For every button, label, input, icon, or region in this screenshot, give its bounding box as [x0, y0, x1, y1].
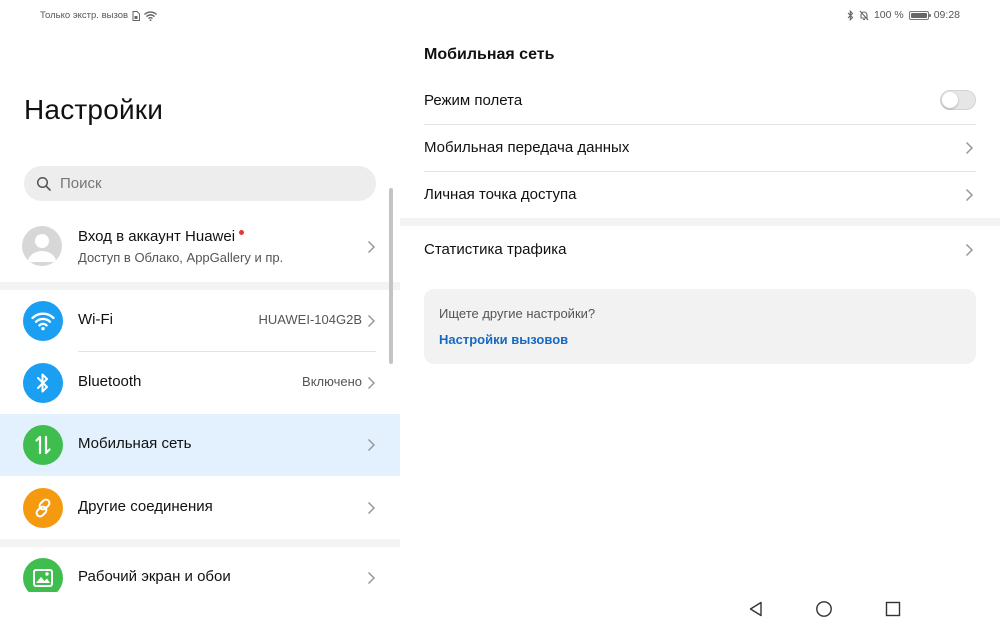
chevron-right-icon [965, 243, 974, 257]
notification-dot [239, 230, 245, 235]
mobile-data-icon [23, 425, 63, 465]
account-title: Вход в аккаунт Huawei [78, 228, 245, 245]
chevron-right-icon [965, 188, 974, 202]
status-bar-left: Только экстр. вызов [40, 10, 158, 21]
battery-icon [908, 10, 931, 20]
sim-icon [132, 10, 141, 21]
row-label: Режим полета [424, 92, 523, 109]
recents-square-icon [885, 601, 901, 617]
suggestion-card: Ищете другие настройки? Настройки вызово… [424, 289, 976, 364]
toggle-knob [942, 92, 958, 108]
section-separator [400, 218, 1000, 226]
account-title-text: Вход в аккаунт Huawei [78, 228, 236, 245]
mobile-data-row[interactable]: Мобильная передача данных [400, 125, 1000, 172]
search-bar[interactable] [24, 166, 376, 201]
sidebar-item-bluetooth[interactable]: Bluetooth Включено [0, 352, 400, 414]
sidebar-item-home-screen-wallpaper[interactable]: Рабочий экран и обои [0, 547, 400, 592]
battery-percent: 100 % [873, 9, 904, 21]
account-subtitle: Доступ в Облако, AppGallery и пр. [78, 250, 284, 265]
wifi-icon [23, 301, 63, 341]
home-circle-icon [816, 601, 832, 617]
chevron-right-icon [965, 141, 974, 155]
chevron-right-icon [367, 376, 376, 390]
huawei-account-item[interactable]: Вход в аккаунт Huawei Доступ в Облако, A… [0, 212, 400, 282]
status-bar: Только экстр. вызов 100 % 09:28 [0, 0, 1000, 32]
wifi-status-icon [144, 10, 158, 21]
row-label: Статистика трафика [424, 241, 567, 258]
wallpaper-icon [23, 558, 63, 592]
navigation-bar [0, 592, 1000, 625]
chevron-right-icon [367, 240, 376, 254]
mute-icon [859, 10, 869, 20]
battery-level [910, 12, 927, 18]
home-button[interactable] [814, 599, 834, 619]
emergency-calls-text: Только экстр. вызов [40, 10, 129, 21]
sidebar-item-label: Bluetooth [78, 373, 142, 390]
status-bar-right: 100 % 09:28 [847, 9, 960, 21]
sidebar-item-other-connections[interactable]: Другие соединения [0, 477, 400, 539]
back-button[interactable] [746, 599, 766, 619]
sidebar-item-label: Рабочий экран и обои [78, 568, 231, 585]
traffic-stats-row[interactable]: Статистика трафика [400, 227, 1000, 274]
sidebar-item-label: Мобильная сеть [78, 435, 192, 452]
section-separator [0, 539, 400, 547]
settings-list-pane: Настройки Вход в аккаунт Huawei Доступ в… [0, 32, 400, 592]
sidebar-item-label: Wi-Fi [78, 311, 113, 328]
hotspot-row[interactable]: Личная точка доступа [400, 172, 1000, 219]
suggestion-question: Ищете другие настройки? [439, 306, 596, 321]
person-icon [28, 234, 56, 262]
sidebar-item-wifi[interactable]: Wi-Fi HUAWEI-104G2B [0, 290, 400, 352]
detail-header: Мобильная сеть [424, 46, 555, 63]
chevron-right-icon [367, 314, 376, 328]
bluetooth-status: Включено [302, 374, 362, 389]
row-label: Личная точка доступа [424, 186, 577, 203]
airplane-mode-toggle[interactable] [940, 90, 976, 110]
call-settings-link[interactable]: Настройки вызовов [439, 332, 568, 347]
row-label: Мобильная передача данных [424, 139, 630, 156]
bluetooth-status-icon [847, 9, 854, 21]
sidebar-item-label: Другие соединения [78, 498, 213, 515]
link-icon [23, 488, 63, 528]
recents-button[interactable] [883, 599, 903, 619]
scrollbar[interactable] [389, 188, 393, 364]
chevron-right-icon [367, 438, 376, 452]
chevron-right-icon [367, 501, 376, 515]
bluetooth-icon [23, 363, 63, 403]
search-icon [36, 176, 51, 191]
search-input[interactable] [60, 175, 340, 192]
wifi-network-name: HUAWEI-104G2B [258, 312, 362, 327]
page-title: Настройки [24, 94, 164, 125]
mobile-network-detail-pane: Мобильная сеть Режим полета Мобильная пе… [400, 32, 1000, 592]
airplane-mode-row[interactable]: Режим полета [400, 78, 1000, 125]
back-triangle-icon [749, 601, 762, 617]
section-separator [0, 282, 400, 290]
sidebar-item-mobile-network[interactable]: Мобильная сеть [0, 414, 400, 476]
chevron-right-icon [367, 571, 376, 585]
avatar [22, 226, 62, 266]
clock: 09:28 [933, 9, 960, 21]
